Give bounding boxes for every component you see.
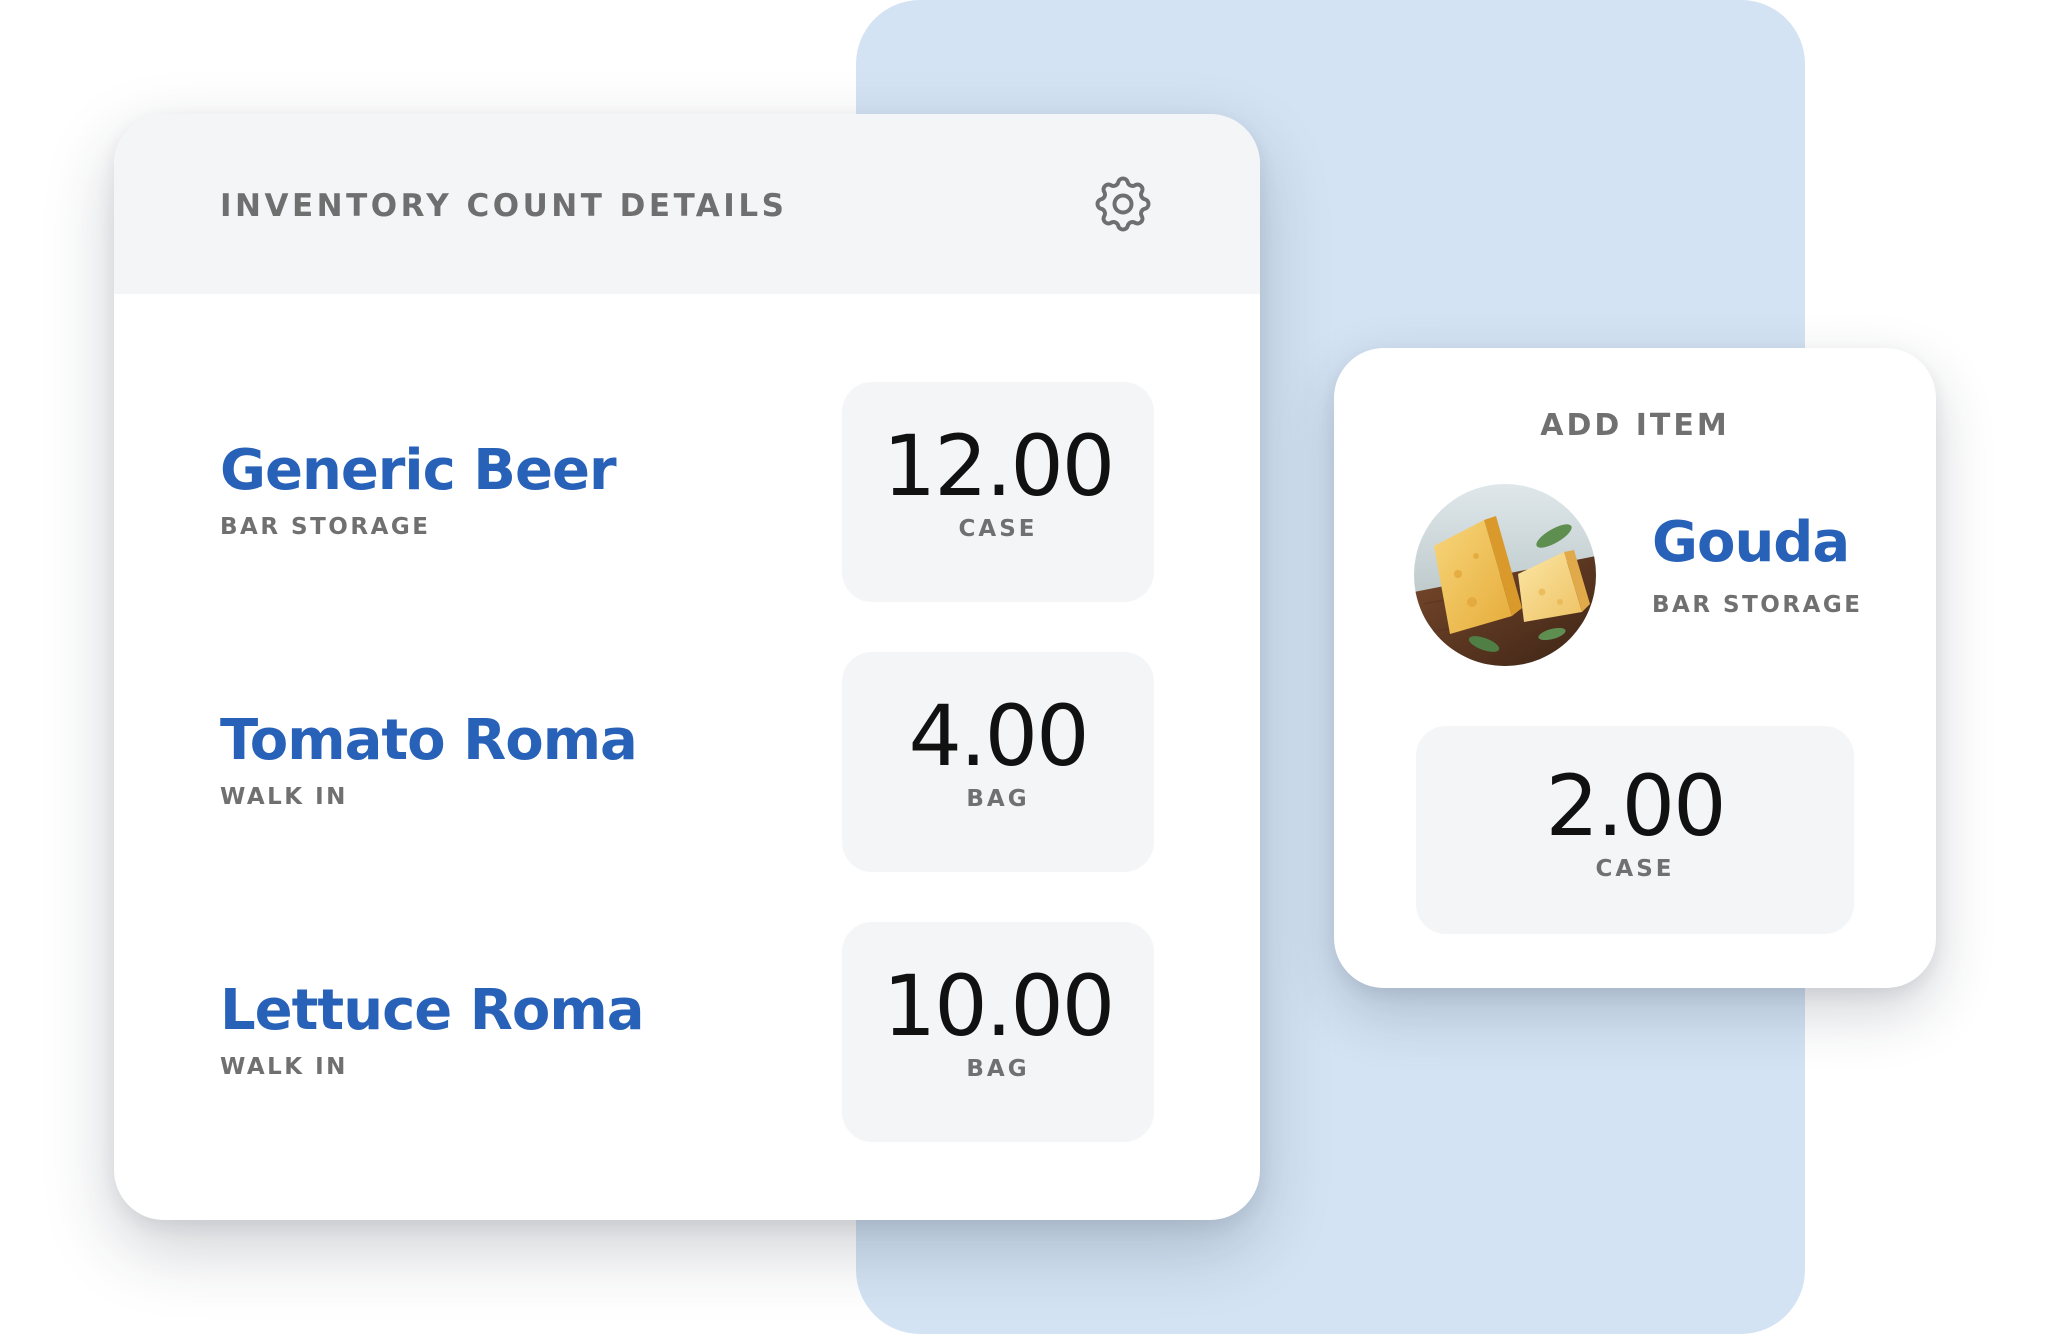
item-location: WALK IN bbox=[220, 784, 348, 810]
add-item-title: ADD ITEM bbox=[1540, 408, 1730, 443]
item-name: Lettuce Roma bbox=[220, 978, 644, 1043]
quantity-value: 4.00 bbox=[908, 687, 1089, 785]
quantity-unit: BAG bbox=[966, 1056, 1030, 1082]
list-item[interactable]: Lettuce Roma WALK IN bbox=[220, 976, 780, 1080]
quantity-unit: CASE bbox=[1595, 856, 1675, 882]
add-item-card: ADD ITEM Gouda BAR STORAGE 2.00 CASE bbox=[1334, 348, 1936, 988]
gear-icon[interactable] bbox=[1089, 170, 1157, 238]
item-location: BAR STORAGE bbox=[220, 514, 431, 540]
item-name: Tomato Roma bbox=[220, 708, 638, 773]
add-item-quantity-box[interactable]: 2.00 CASE bbox=[1416, 726, 1854, 934]
list-item[interactable]: Generic Beer BAR STORAGE bbox=[220, 436, 780, 540]
quantity-value: 12.00 bbox=[882, 417, 1115, 515]
card-header: INVENTORY COUNT DETAILS bbox=[114, 114, 1260, 294]
quantity-box[interactable]: 4.00 BAG bbox=[842, 652, 1154, 872]
list-item[interactable]: Tomato Roma WALK IN bbox=[220, 706, 780, 810]
inventory-count-card: INVENTORY COUNT DETAILS Generic Beer BAR… bbox=[114, 114, 1260, 1220]
add-item-location: BAR STORAGE bbox=[1652, 592, 1863, 618]
quantity-unit: CASE bbox=[958, 516, 1038, 542]
quantity-value: 10.00 bbox=[882, 957, 1115, 1055]
item-name: Generic Beer bbox=[220, 438, 617, 503]
quantity-box[interactable]: 12.00 CASE bbox=[842, 382, 1154, 602]
quantity-value: 2.00 bbox=[1545, 757, 1726, 855]
quantity-box[interactable]: 10.00 BAG bbox=[842, 922, 1154, 1142]
quantity-unit: BAG bbox=[966, 786, 1030, 812]
item-location: WALK IN bbox=[220, 1054, 348, 1080]
add-item-name: Gouda bbox=[1652, 510, 1850, 575]
gouda-cheese-image bbox=[1414, 484, 1596, 666]
card-title: INVENTORY COUNT DETAILS bbox=[220, 188, 788, 224]
